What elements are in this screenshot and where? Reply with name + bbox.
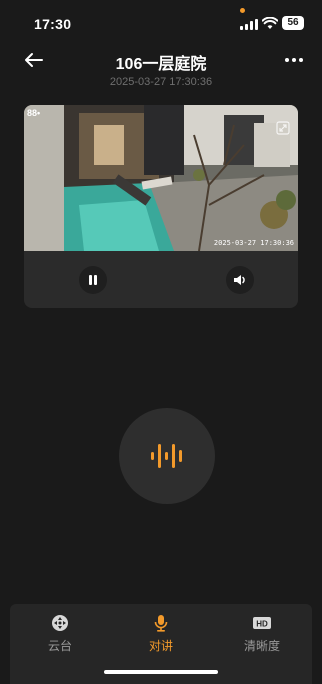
wifi-icon (262, 17, 278, 29)
fullscreen-icon (276, 121, 290, 135)
courtyard-scene-image (24, 105, 298, 251)
hd-icon: HD (253, 617, 271, 629)
tab-label: 云台 (47, 639, 72, 653)
tab-label: 清晰度 (243, 639, 280, 653)
page-title: 106一层庭院 (115, 56, 207, 73)
tab-intercom[interactable]: 对讲 (111, 604, 211, 664)
battery-icon: 56 (282, 16, 304, 30)
pause-button[interactable] (79, 266, 107, 294)
pause-icon (89, 275, 97, 285)
tab-resolution[interactable]: HD 清晰度 (212, 604, 312, 664)
volume-button[interactable] (226, 266, 254, 294)
tab-ptz[interactable]: 云台 (10, 604, 110, 664)
status-time: 17:30 (34, 16, 72, 32)
microphone-icon (154, 615, 168, 632)
nav-bar: 106一层庭院 2025-03-27 17:30:36 (0, 44, 322, 94)
voice-wave-icon (151, 444, 182, 468)
home-indicator (104, 670, 218, 674)
recording-indicator-dot (240, 8, 245, 13)
camera-video-feed[interactable]: 88• 2025-03-27 17:30:36 (24, 105, 298, 251)
page-subtitle: 2025-03-27 17:30:36 (109, 76, 213, 88)
fullscreen-button[interactable] (276, 121, 290, 135)
talk-button[interactable] (119, 408, 215, 504)
tab-label: 对讲 (148, 639, 173, 653)
camera-watermark-logo: 88• (27, 108, 41, 118)
speaker-icon (234, 275, 245, 285)
svg-text:HD: HD (256, 620, 268, 629)
video-timestamp: 2025-03-27 17:30:36 (213, 239, 294, 247)
playback-controls (24, 251, 298, 308)
ptz-icon (52, 615, 68, 631)
more-button[interactable] (282, 52, 306, 68)
video-card: 88• 2025-03-27 17:30:36 (24, 105, 298, 308)
status-bar: 17:30 56 (0, 0, 322, 42)
cellular-signal-icon (240, 19, 258, 30)
more-dots-icon (285, 58, 303, 62)
